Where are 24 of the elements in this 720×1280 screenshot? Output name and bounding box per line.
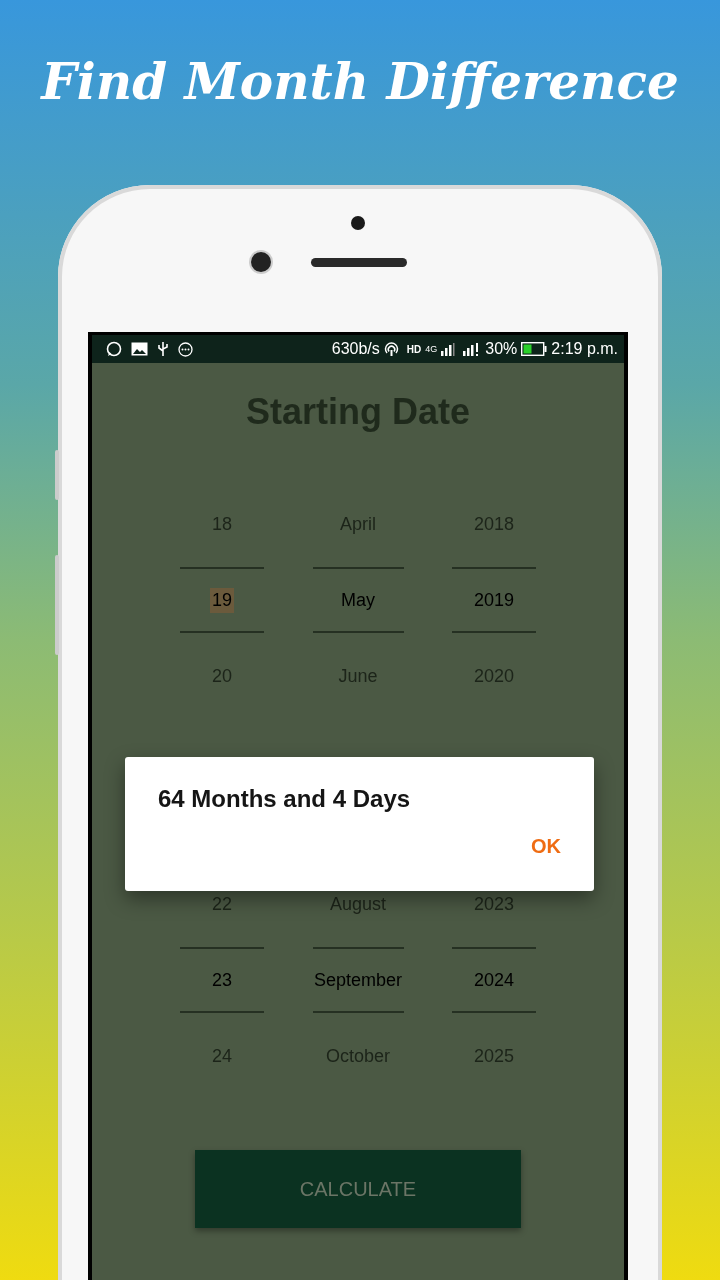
battery-percent: 30% <box>485 340 518 358</box>
picker-value[interactable]: September <box>311 967 405 993</box>
network-speed: 630b/s <box>331 340 380 358</box>
calculate-button[interactable]: CALCULATE <box>195 1150 521 1228</box>
more-icon <box>178 341 193 357</box>
dialog-message: 64 Months and 4 Days <box>158 785 412 813</box>
network-type: 4G <box>425 344 438 354</box>
picker-value[interactable]: 2024 <box>471 967 516 993</box>
headline: Find Month Difference <box>41 52 679 113</box>
ok-button[interactable]: OK <box>521 829 571 864</box>
clock-time: 2:19 p.m. <box>551 340 618 358</box>
picker-value[interactable]: May <box>339 587 377 613</box>
hotspot-icon <box>383 341 399 357</box>
picker-value[interactable]: 23 <box>210 967 234 993</box>
chat-bubble-icon <box>106 341 122 357</box>
battery-icon <box>521 342 548 356</box>
picker-value[interactable]: 19 <box>210 587 234 613</box>
image-icon <box>131 342 148 356</box>
camera-lens <box>251 252 271 272</box>
signal-icon <box>441 342 456 356</box>
sensor-dot <box>351 216 365 230</box>
hd-label: HD <box>406 344 422 354</box>
usb-icon <box>157 341 169 357</box>
picker-value[interactable]: 2019 <box>471 587 516 613</box>
